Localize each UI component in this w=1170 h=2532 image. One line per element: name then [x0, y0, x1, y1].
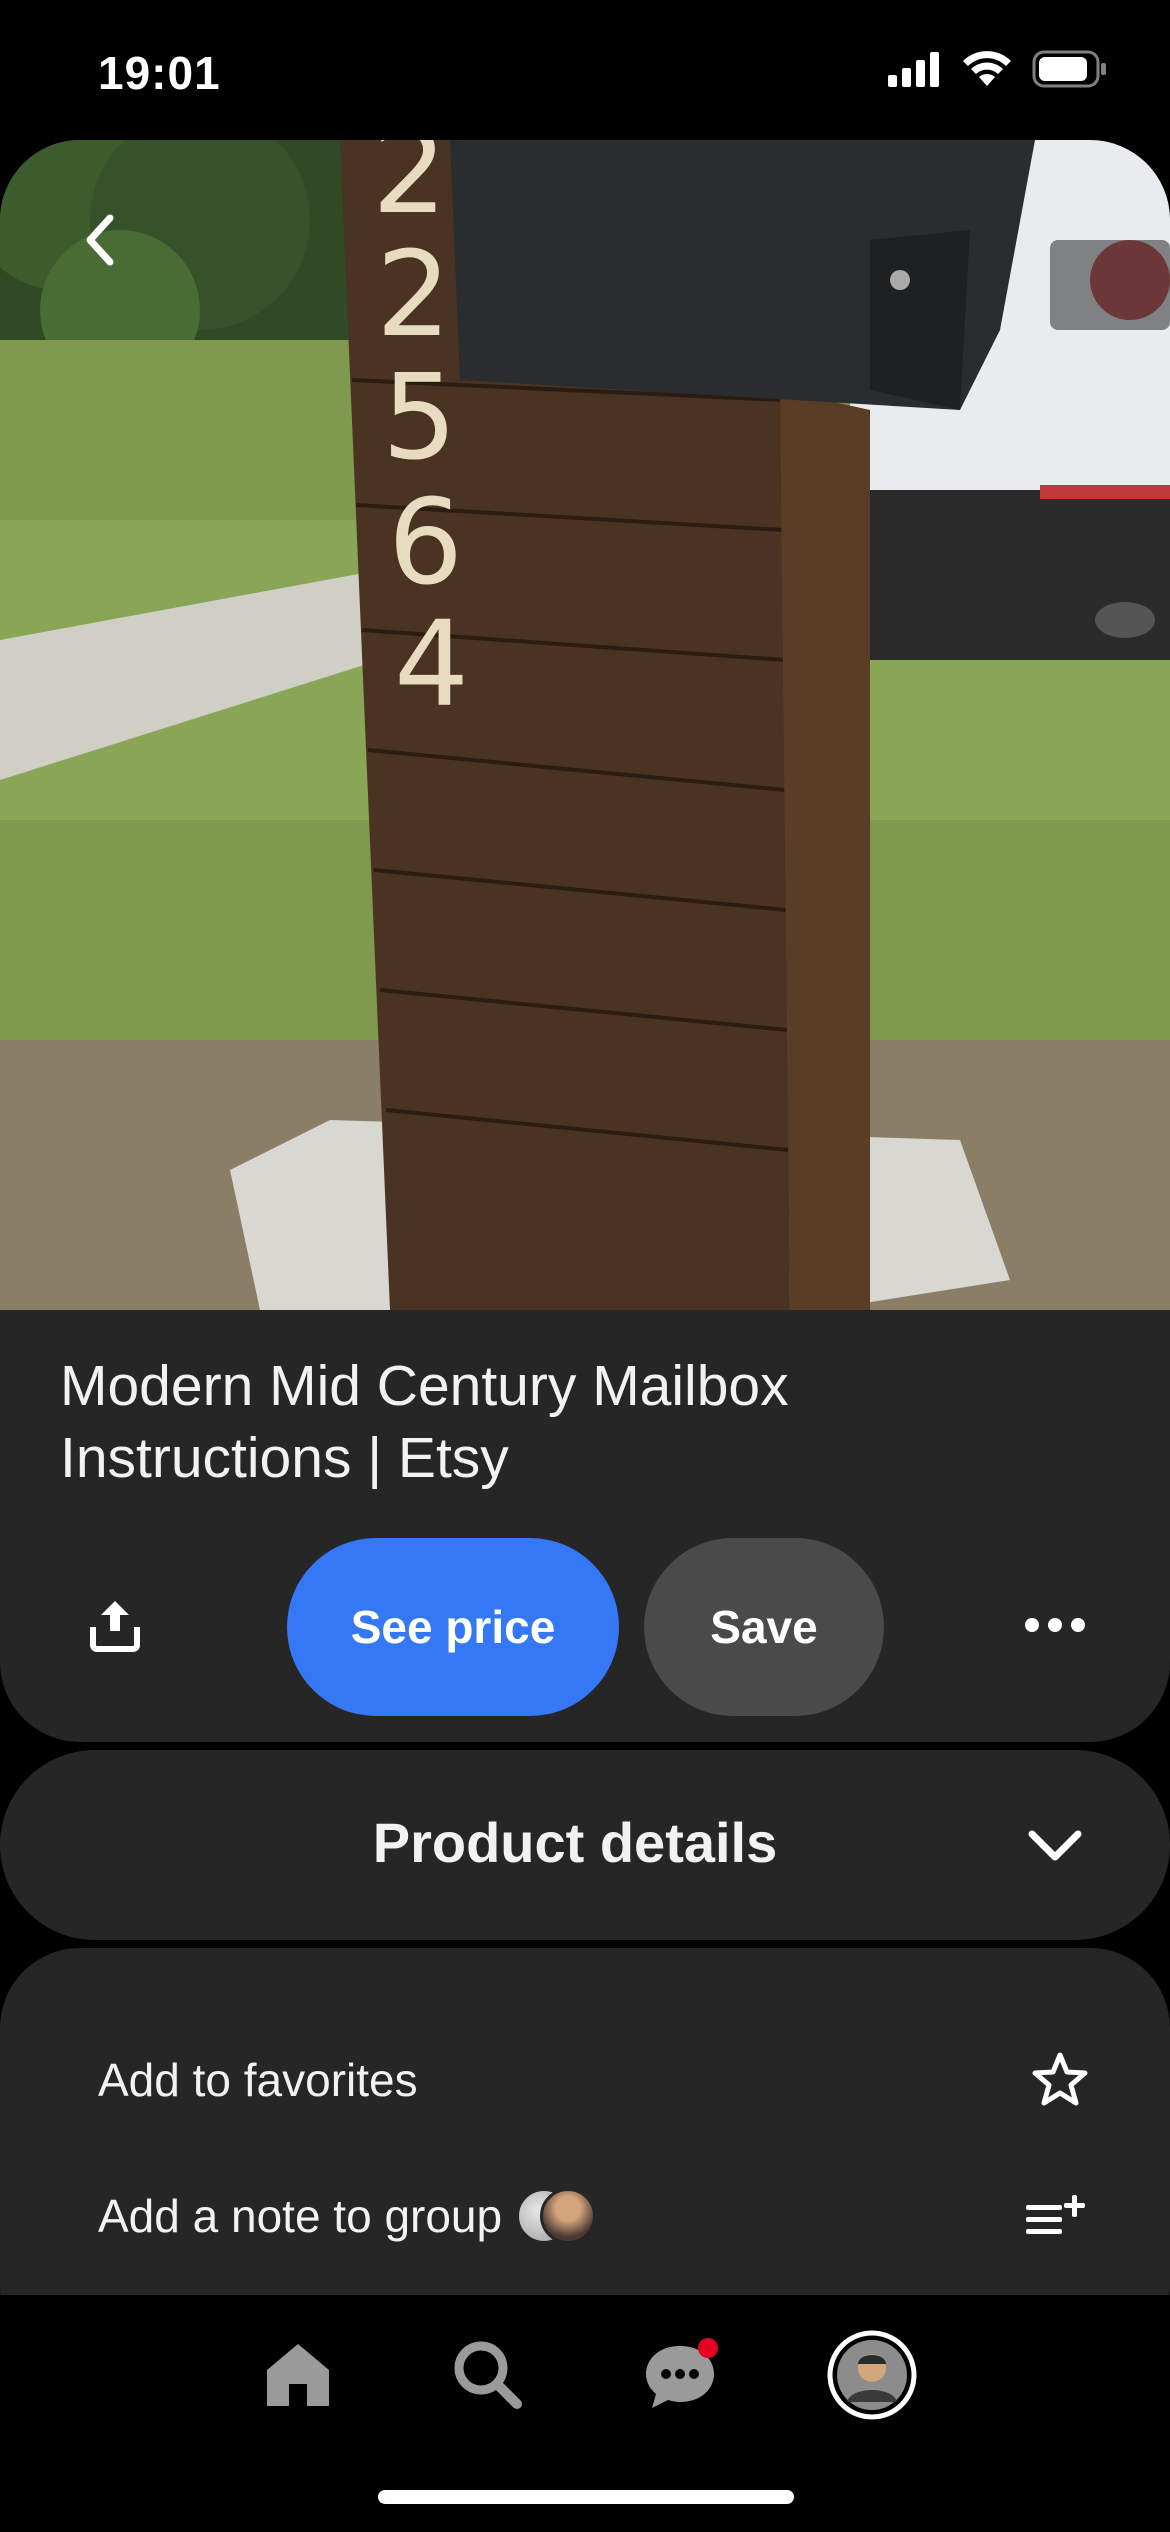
group-avatars — [516, 2188, 597, 2244]
svg-text:5: 5 — [382, 348, 457, 486]
tab-profile[interactable] — [822, 2325, 922, 2425]
tab-search[interactable] — [438, 2325, 538, 2425]
tab-messages[interactable] — [630, 2325, 730, 2425]
list-add-icon — [1026, 2195, 1085, 2234]
add-note-to-group-label: Add a note to group — [98, 2190, 503, 2242]
battery-icon — [1032, 50, 1106, 88]
star-icon — [1032, 2052, 1088, 2106]
see-price-button[interactable]: See price — [287, 1538, 619, 1716]
pin-title: Modern Mid Century Mailbox Instructions … — [60, 1354, 789, 1490]
back-button[interactable] — [60, 195, 140, 285]
wifi-icon — [963, 51, 1011, 86]
chat-icon — [646, 2338, 718, 2408]
avatar — [540, 2188, 597, 2244]
add-to-favorites-row[interactable]: Add to favorites — [98, 2030, 1090, 2130]
notification-badge — [698, 2338, 718, 2358]
status-time: 19:01 — [98, 47, 221, 99]
add-to-favorites-label: Add to favorites — [98, 2054, 418, 2106]
svg-text:4: 4 — [394, 595, 469, 733]
share-icon — [90, 1601, 140, 1652]
status-icons — [886, 50, 1108, 88]
add-note-to-group-label-wrap: Add a note to group — [98, 2188, 597, 2244]
mailbox-photo: 2 2 5 6 4 — [0, 140, 1170, 1310]
tab-home[interactable] — [248, 2325, 348, 2425]
pin-image[interactable]: 2 2 5 6 4 — [0, 140, 1170, 1310]
home-indicator — [378, 2490, 794, 2504]
save-button[interactable]: Save — [644, 1538, 884, 1716]
more-dot-icon — [1071, 1618, 1085, 1632]
product-details-label: Product details — [372, 1811, 778, 1874]
product-details-toggle[interactable]: Product details — [0, 1750, 1170, 1940]
share-button[interactable] — [70, 1580, 160, 1670]
cellular-signal-icon — [888, 52, 939, 87]
status-bar: 19:01 — [0, 0, 1170, 140]
svg-text:2: 2 — [376, 225, 451, 363]
chevron-down-icon — [1028, 1830, 1082, 1861]
chevron-left-icon — [86, 214, 114, 266]
avatar — [827, 2330, 917, 2420]
more-dot-icon — [1048, 1618, 1062, 1632]
search-icon — [454, 2341, 522, 2409]
svg-text:6: 6 — [388, 473, 463, 611]
more-options-button[interactable] — [1010, 1580, 1100, 1670]
pin-info-card: Modern Mid Century Mailbox Instructions … — [0, 1310, 1170, 1742]
add-note-to-group-row[interactable]: Add a note to group — [98, 2166, 1090, 2266]
more-dot-icon — [1025, 1618, 1039, 1632]
home-icon — [267, 2344, 329, 2406]
